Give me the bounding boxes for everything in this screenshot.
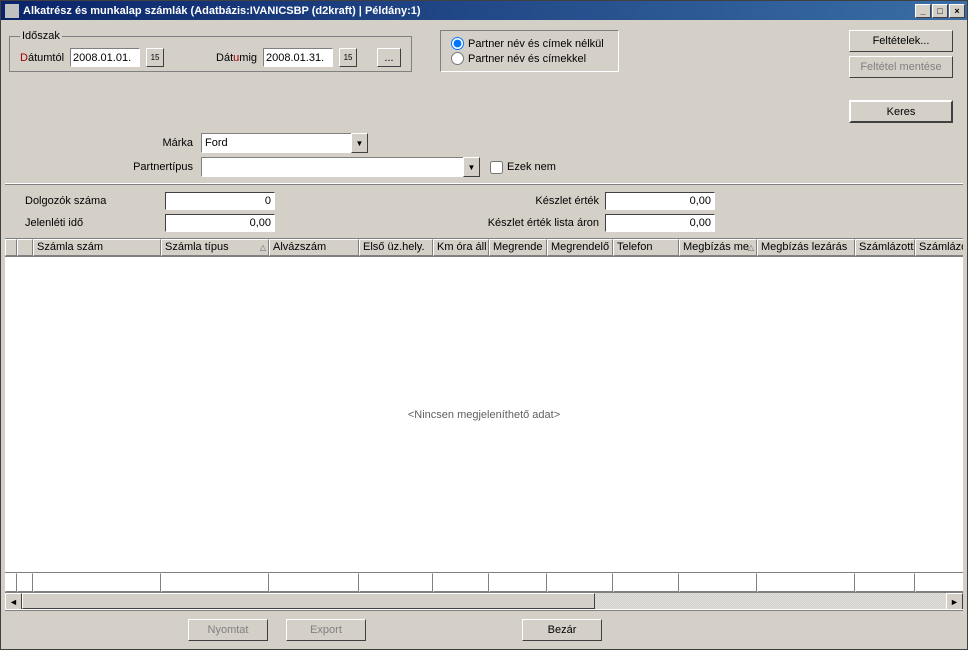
period-group: Időszak Dátumtól 15 Dátumig 15 ... [9,30,412,72]
summary-panel: Dolgozók száma Készlet érték Jelenléti i… [5,183,963,236]
stock-value-label: Készlet érték [445,195,605,207]
date-from-calendar-button[interactable]: 15 [146,48,164,67]
column-header[interactable]: Számlázott m [915,239,963,256]
column-header[interactable]: Megbízás me△ [679,239,757,256]
footer-cell [269,573,359,592]
conditions-button[interactable]: Feltételek... [849,30,953,52]
footer-cell [5,573,17,592]
column-header[interactable]: Számla típus△ [161,239,269,256]
presence-time-value[interactable] [165,214,275,232]
period-more-button[interactable]: ... [377,48,401,67]
grid-header: Számla számSzámla típus△AlvázszámElső üz… [5,239,963,257]
presence-time-label: Jelenléti idő [25,217,165,229]
client-area: Időszak Dátumtól 15 Dátumig 15 ... Partn… [1,20,967,649]
brand-input[interactable] [201,133,351,153]
footer-cell [679,573,757,592]
footer-cell [613,573,679,592]
scroll-right-button[interactable]: ► [946,593,963,609]
stock-list-label: Készlet érték lista áron [445,217,605,229]
close-button[interactable]: × [949,4,965,18]
stock-value[interactable] [605,192,715,210]
export-button[interactable]: Export [286,619,366,641]
main-window: Alkatrész és munkalap számlák (Adatbázis… [0,0,968,650]
maximize-button[interactable]: □ [932,4,948,18]
footer-cell [359,573,433,592]
workers-count-value[interactable] [165,192,275,210]
scroll-track[interactable] [22,593,946,609]
footer-cell [855,573,915,592]
date-to-label: Dátumig [216,52,257,64]
print-button[interactable]: Nyomtat [188,619,268,641]
footer-cell [161,573,269,592]
partnertype-dropdown-icon[interactable]: ▼ [463,157,480,177]
column-header[interactable]: Alvázszám [269,239,359,256]
column-header[interactable]: Megrende [489,239,547,256]
radio-with-address[interactable]: Partner név és címekkel [451,52,604,65]
sort-indicator-icon: △ [748,243,754,252]
titlebar: Alkatrész és munkalap számlák (Adatbázis… [1,1,967,20]
scroll-left-button[interactable]: ◄ [5,593,22,609]
column-header[interactable]: Telefon [613,239,679,256]
radio-without-address-input[interactable] [451,37,464,50]
ezek-nem-checkbox[interactable]: Ezek nem [490,161,556,174]
partnertype-combo[interactable]: ▼ [201,157,480,177]
partner-display-radios: Partner név és címek nélkül Partner név … [440,30,619,72]
date-from-input[interactable] [70,48,140,67]
ezek-nem-input[interactable] [490,161,503,174]
period-legend: Időszak [20,30,62,42]
bottom-bar: Nyomtat Export Bezár [5,609,963,645]
minimize-button[interactable]: _ [915,4,931,18]
data-grid: Számla számSzámla típus△AlvázszámElső üz… [5,238,963,609]
scroll-thumb[interactable] [22,593,595,609]
footer-cell [915,573,963,592]
footer-cell [547,573,613,592]
app-icon [5,4,19,18]
grid-empty-text: <Nincsen megjeleníthető adat> [408,409,560,421]
date-to-calendar-button[interactable]: 15 [339,48,357,67]
column-header[interactable]: Megrendelő [547,239,613,256]
column-header[interactable]: Megbízás lezárás [757,239,855,256]
grid-footer [5,572,963,592]
column-header[interactable]: Első üz.hely. [359,239,433,256]
column-header[interactable] [5,239,17,256]
radio-with-address-input[interactable] [451,52,464,65]
horizontal-scrollbar[interactable]: ◄ ► [5,592,963,609]
workers-count-label: Dolgozók száma [25,195,165,207]
column-header[interactable] [17,239,33,256]
column-header[interactable]: Km óra áll [433,239,489,256]
radio-without-address[interactable]: Partner név és címek nélkül [451,37,604,50]
footer-cell [433,573,489,592]
partnertype-input[interactable] [201,157,463,177]
brand-dropdown-icon[interactable]: ▼ [351,133,368,153]
brand-label: Márka [9,137,197,149]
footer-cell [489,573,547,592]
grid-body: <Nincsen megjeleníthető adat> [5,257,963,572]
date-to-input[interactable] [263,48,333,67]
close-form-button[interactable]: Bezár [522,619,602,641]
footer-cell [757,573,855,592]
search-button[interactable]: Keres [849,100,953,123]
footer-cell [17,573,33,592]
column-header[interactable]: Számla szám [33,239,161,256]
footer-cell [33,573,161,592]
window-title: Alkatrész és munkalap számlák (Adatbázis… [23,5,421,17]
column-header[interactable]: Számlázott [855,239,915,256]
date-from-label: Dátumtól [20,52,64,64]
partnertype-label: Partnertípus [9,161,197,173]
brand-combo[interactable]: ▼ [201,133,368,153]
save-condition-button[interactable]: Feltétel mentése [849,56,953,78]
stock-list-value[interactable] [605,214,715,232]
sort-indicator-icon: △ [260,243,266,252]
